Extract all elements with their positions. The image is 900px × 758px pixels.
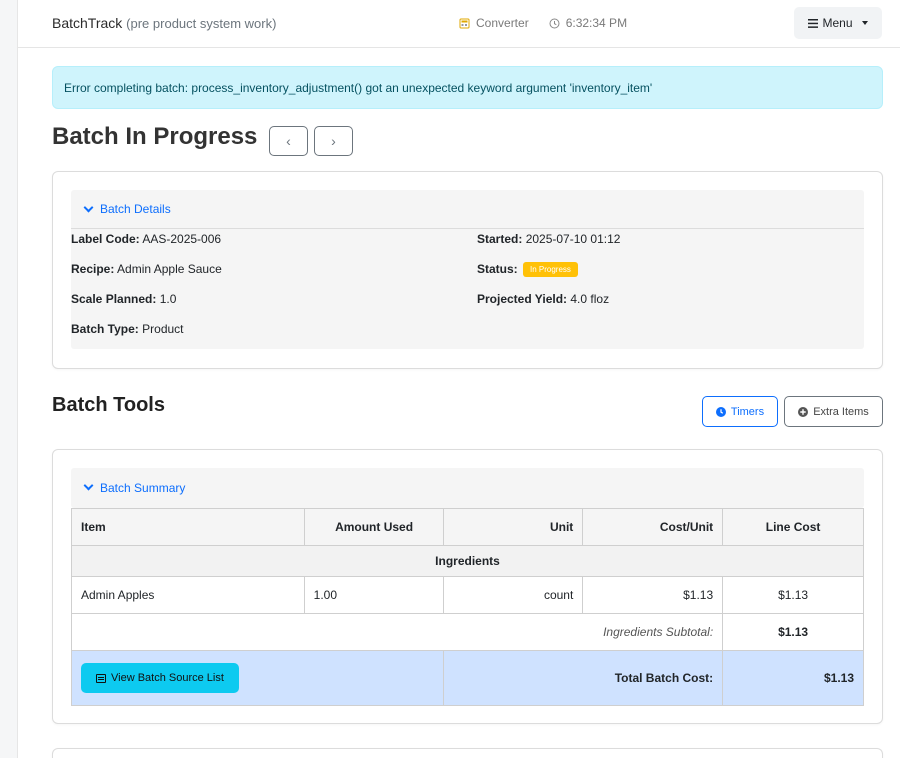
next-card [52,748,883,758]
yield-label: Projected Yield: [477,292,568,306]
converter-icon [459,18,470,28]
batch-type-value: Product [142,322,184,336]
recipe-label: Recipe: [71,262,115,276]
batch-summary-table: Item Amount Used Unit Cost/Unit Line Cos… [70,508,864,706]
cell-item: Admin Apples [71,576,305,614]
total-value: $1.13 [722,650,864,706]
timers-label: Timers [730,405,765,418]
chevron-down-icon [83,202,94,212]
total-label: Total Batch Cost: [443,650,724,706]
label-code-label: Label Code: [71,232,140,246]
group-row: Ingredients [71,545,864,577]
total-actions-cell: View Batch Source List [70,650,445,706]
caret-down-icon [861,21,868,25]
label-code: Label Code: AAS-2025-006 [71,232,221,246]
label-code-value: AAS-2025-006 [142,232,222,246]
chevron-right-icon: › [331,133,336,149]
brand-subtitle: (pre product system work) [126,16,277,31]
alert-message: Error completing batch: process_inventor… [64,81,653,95]
cell-unit: count [443,576,584,614]
started: Started: 2025-07-10 01:12 [477,232,620,246]
menu-label: Menu [822,16,853,30]
batch-type-label: Batch Type: [71,322,139,336]
brand[interactable]: BatchTrack (pre product system work) [52,15,276,31]
batch-details-toggle[interactable]: Batch Details [71,190,864,229]
page-title: Batch In Progress [52,123,258,150]
view-batch-source-button[interactable]: View Batch Source List [81,663,239,693]
view-batch-source-label: View Batch Source List [111,672,224,684]
column-header-amount: Amount Used [303,508,445,546]
started-value: 2025-07-10 01:12 [525,232,621,246]
next-batch-button[interactable]: › [314,126,353,156]
scale-planned: Scale Planned: 1.0 [71,292,176,306]
group-label: Ingredients [71,545,864,577]
total-row: View Batch Source List Total Batch Cost:… [70,650,864,706]
clock: 6:32:34 PM [549,16,627,30]
batch-tools-title: Batch Tools [52,394,165,416]
column-header-cost-unit: Cost/Unit [582,508,724,546]
status-badge: In Progress [523,262,578,277]
cell-amount: 1.00 [303,576,445,614]
recipe: Recipe: Admin Apple Sauce [71,262,222,276]
recipe-value: Admin Apple Sauce [117,262,222,276]
converter-label[interactable]: Converter [476,16,529,30]
clock-icon [715,406,726,417]
extra-items-button[interactable]: Extra Items [784,396,883,427]
nav-center: Converter 6:32:34 PM [459,16,627,30]
batch-summary-toggle[interactable]: Batch Summary [71,468,864,507]
status: Status: In Progress [477,262,578,277]
converter-link[interactable]: Converter [459,16,529,30]
cell-cost-unit: $1.13 [582,576,724,614]
prev-batch-button[interactable]: ‹ [269,126,308,156]
started-label: Started: [477,232,523,246]
status-label: Status: [477,262,518,276]
column-header-item: Item [71,508,305,546]
batch-summary-header: Batch Summary [100,480,186,495]
batch-details-header: Batch Details [100,202,171,216]
yield-value: 4.0 floz [570,292,610,306]
clock-time: 6:32:34 PM [565,16,628,30]
scale-value: 1.0 [159,292,177,306]
column-header-unit: Unit [443,508,584,546]
scale-label: Scale Planned: [71,292,157,306]
timers-button[interactable]: Timers [702,396,778,427]
extra-items-label: Extra Items [813,405,869,418]
error-alert: Error completing batch: process_inventor… [52,66,883,109]
top-navbar: BatchTrack (pre product system work) Con… [18,0,900,48]
hamburger-icon [808,18,819,28]
menu-button[interactable]: Menu [794,7,882,39]
projected-yield: Projected Yield: 4.0 floz [477,292,609,306]
chevron-left-icon: ‹ [286,133,291,149]
batch-type: Batch Type: Product [71,322,184,336]
subtotal-label: Ingredients Subtotal: [70,613,724,651]
column-header-line-cost: Line Cost [722,508,864,546]
subtotal-row: Ingredients Subtotal: $1.13 [70,613,864,651]
plus-circle-icon [798,406,809,417]
table-row: Admin Apples 1.00 count $1.13 $1.13 [71,576,864,614]
subtotal-value: $1.13 [722,613,864,651]
clock-icon [549,18,560,28]
table-header-row: Item Amount Used Unit Cost/Unit Line Cos… [71,508,864,546]
cell-line-cost: $1.13 [722,576,864,614]
list-icon [96,673,106,683]
left-gutter [0,0,18,758]
brand-name[interactable]: BatchTrack [52,15,122,31]
batch-summary-panel: Batch Summary [71,468,864,508]
chevron-down-icon [83,480,94,491]
